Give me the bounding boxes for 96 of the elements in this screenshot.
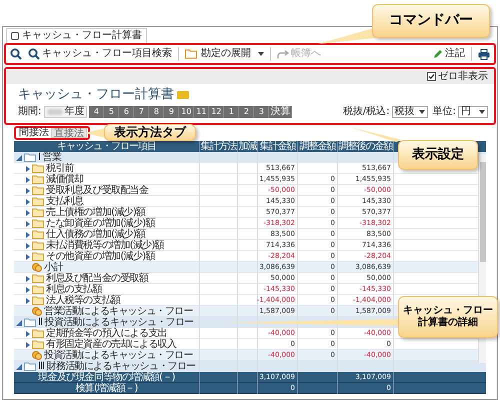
document-icon (11, 32, 19, 40)
period-field[interactable]: 年度 (44, 106, 88, 118)
month-button[interactable]: 1 (224, 106, 240, 118)
month-button[interactable]: 8 (149, 106, 164, 118)
expand-toggle[interactable] (26, 176, 30, 182)
report-title: キャッシュ・フロー計算書 (18, 88, 174, 101)
expand-toggle[interactable] (16, 320, 22, 326)
print-button[interactable] (478, 48, 490, 60)
caret-icon (258, 52, 264, 56)
unit-select[interactable]: 円 (458, 106, 488, 118)
expand-toggle[interactable] (26, 232, 30, 238)
column-header: 調整後の金額 (338, 141, 392, 152)
expand-toggle[interactable] (26, 220, 30, 226)
printer-icon (478, 48, 490, 60)
subtotal-label: 小計 (44, 262, 63, 273)
coins-icon (32, 307, 42, 316)
footer-label: 検算(増減額－) (75, 383, 138, 394)
expand-toggle[interactable] (26, 254, 30, 260)
item-label: 減価償却 (46, 174, 84, 185)
item-label: 仕入債務の増加(減少)額 (46, 229, 146, 240)
callout-pointer (350, 127, 402, 142)
item-label: 利息及び配当金の受取額 (46, 273, 148, 284)
callout: キャッシュ・フロー計算書の詳細 (398, 296, 498, 338)
subtotal-label: 投資活動によるキャッシュ・フロー (44, 350, 193, 361)
item-label: 未払消費税等の増加(減少)額 (46, 240, 164, 251)
expand-toggle[interactable] (26, 188, 30, 194)
column-header: 加減 (238, 141, 256, 152)
coins-icon (32, 263, 42, 272)
month-button[interactable]: 5 (104, 106, 120, 118)
chevron-icon (418, 110, 425, 114)
footer-label: 現金及び現金同等物の増減額(－) (38, 372, 175, 383)
item-search-button[interactable]: キャッシュ・フロー項目検索 (28, 48, 172, 60)
folder-icon (185, 49, 198, 59)
month-button[interactable]: 2 (239, 106, 254, 118)
method-tab[interactable]: 間接法 (17, 128, 51, 138)
item-label: 法人税等の支払額 (46, 295, 120, 306)
checkbox-icon (427, 72, 436, 81)
expand-toggle[interactable] (26, 298, 30, 304)
month-button[interactable]: 決算 (269, 106, 292, 118)
coins-icon (32, 351, 42, 360)
badge-icon (177, 90, 189, 98)
item-label: 税引前 (46, 163, 74, 174)
callout: コマンドバー (372, 4, 490, 38)
expand-toggle[interactable] (26, 210, 30, 216)
expand-toggle[interactable] (26, 342, 30, 348)
section-label: Ⅲ 財務活動によるキャッシュ・フロー (38, 361, 196, 372)
expand-toggle[interactable] (26, 166, 30, 172)
expand-toggle[interactable] (26, 242, 30, 248)
column-header: 調整金額 (300, 141, 336, 152)
search-icon (28, 48, 40, 60)
tax-label: 税抜/税込: (342, 107, 390, 117)
month-button[interactable]: 10 (179, 106, 194, 118)
document-tab[interactable]: キャッシュ・フロー計算書 (6, 28, 147, 43)
pencil-icon (433, 49, 443, 59)
expand-toggle[interactable] (16, 154, 22, 160)
chevron-icon (479, 110, 485, 114)
zero-hide-checkbox[interactable]: ゼロ非表示 (427, 72, 488, 82)
search-button[interactable] (10, 48, 22, 60)
column-header: キャッシュ・フロー項目 (57, 141, 156, 152)
section-label: Ⅰ 営業 (38, 152, 62, 163)
callout: 表示設定 (398, 140, 478, 170)
item-label: 定期預金等の預入による支出 (46, 328, 167, 339)
month-button[interactable]: 4 (89, 106, 104, 118)
unit-label: 単位: (432, 107, 456, 117)
item-label: 利息の支払額 (46, 284, 102, 295)
expand-accounts-button[interactable]: 勘定の展開 (185, 49, 264, 59)
column-header: 集計金額 (260, 141, 296, 152)
expand-toggle[interactable] (26, 286, 30, 292)
forward-arrow-icon (277, 50, 289, 58)
item-label: たな卸資産の増加(減少)額 (46, 218, 155, 229)
method-tab[interactable]: 直接法 (51, 128, 87, 138)
item-label: 支払利息 (46, 196, 84, 207)
item-label: 売上債権の増加(減少)額 (46, 207, 146, 218)
subtotal-label: 営業活動によるキャッシュ・フロー (44, 306, 193, 317)
expand-toggle[interactable] (26, 330, 30, 336)
callout-pointer (318, 28, 376, 46)
note-button[interactable]: 注記 (433, 49, 465, 59)
item-label: 有形固定資産の売却による収入 (46, 339, 176, 350)
period-label: 期間: (18, 107, 42, 117)
month-button[interactable]: 6 (119, 106, 134, 118)
expand-toggle[interactable] (26, 198, 30, 204)
month-button[interactable]: 3 (254, 106, 270, 118)
month-button[interactable]: 7 (134, 106, 150, 118)
search-icon (10, 48, 22, 60)
month-button[interactable]: 12 (209, 106, 224, 118)
column-header: 集計方法 (200, 141, 236, 152)
expand-toggle[interactable] (16, 364, 22, 370)
tax-select[interactable]: 税抜 (392, 106, 428, 118)
callout: 表示方法タブ (104, 124, 196, 141)
blurred-year (47, 109, 64, 115)
section-label: Ⅱ 投資活動によるキャッシュ・フロー (38, 317, 194, 328)
item-label: 受取利息及び受取配当金 (46, 185, 148, 196)
item-label: その他資産の増加(減少)額 (46, 251, 155, 262)
month-button[interactable]: 11 (194, 106, 210, 118)
expand-toggle[interactable] (26, 276, 30, 282)
month-button[interactable]: 9 (164, 106, 180, 118)
